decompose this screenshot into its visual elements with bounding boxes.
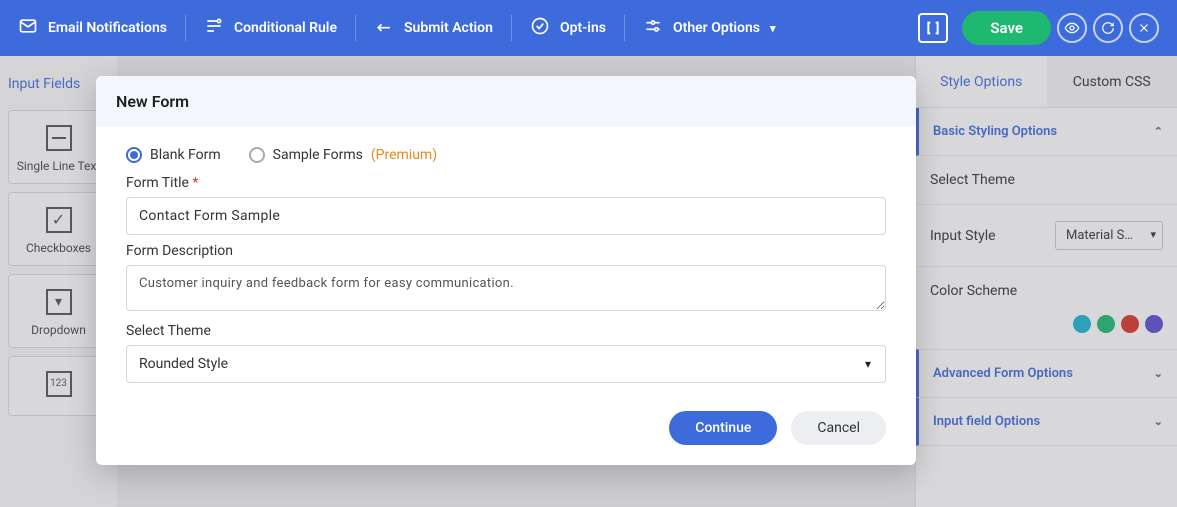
radio-sample-forms[interactable]: Sample Forms (Premium) — [249, 147, 437, 163]
modal-body: Blank Form Sample Forms (Premium) Form T… — [96, 127, 916, 391]
select-theme-dropdown[interactable]: Rounded Style — [126, 345, 886, 383]
radio-selected-icon — [126, 147, 142, 163]
mail-icon — [18, 16, 38, 40]
refresh-button[interactable] — [1093, 13, 1123, 43]
optins-icon — [530, 16, 550, 40]
toolbar-label: Opt-ins — [560, 20, 606, 36]
radio-label: Blank Form — [150, 147, 221, 163]
radio-label: Sample Forms — [273, 147, 363, 163]
toolbar-other-options[interactable]: Other Options ▾ — [625, 15, 794, 41]
options-icon — [643, 16, 663, 40]
toolbar-label: Submit Action — [404, 20, 493, 36]
radio-unselected-icon — [249, 147, 265, 163]
premium-badge: (Premium) — [371, 147, 437, 163]
form-description-label: Form Description — [126, 243, 886, 259]
code-brackets-button[interactable] — [918, 13, 948, 43]
toolbar-submit-action[interactable]: Submit Action — [356, 15, 512, 41]
select-theme-label: Select Theme — [126, 323, 886, 339]
top-toolbar: Email Notifications Conditional Rule Sub… — [0, 0, 1177, 56]
preview-button[interactable] — [1057, 13, 1087, 43]
form-description-textarea[interactable] — [126, 265, 886, 311]
toolbar-conditional-rule[interactable]: Conditional Rule — [186, 15, 356, 41]
modal-footer: Continue Cancel — [96, 391, 916, 445]
chevron-down-icon: ▾ — [770, 22, 776, 35]
form-type-radio-group: Blank Form Sample Forms (Premium) — [126, 147, 886, 163]
form-title-label: Form Title * — [126, 175, 886, 191]
close-button[interactable] — [1129, 13, 1159, 43]
toolbar-label: Email Notifications — [48, 20, 167, 36]
toolbar-email-notifications[interactable]: Email Notifications — [18, 15, 186, 41]
toolbar-label: Other Options — [673, 20, 760, 36]
form-title-input[interactable] — [126, 197, 886, 235]
radio-blank-form[interactable]: Blank Form — [126, 147, 221, 163]
modal-title: New Form — [96, 76, 916, 127]
continue-button[interactable]: Continue — [669, 411, 777, 445]
conditional-icon — [204, 16, 224, 40]
submit-icon — [374, 16, 394, 40]
new-form-modal: New Form Blank Form Sample Forms (Premiu… — [96, 76, 916, 465]
toolbar-label: Conditional Rule — [234, 20, 337, 36]
save-button[interactable]: Save — [962, 11, 1051, 45]
cancel-button[interactable]: Cancel — [791, 411, 886, 445]
toolbar-optins[interactable]: Opt-ins — [512, 15, 625, 41]
